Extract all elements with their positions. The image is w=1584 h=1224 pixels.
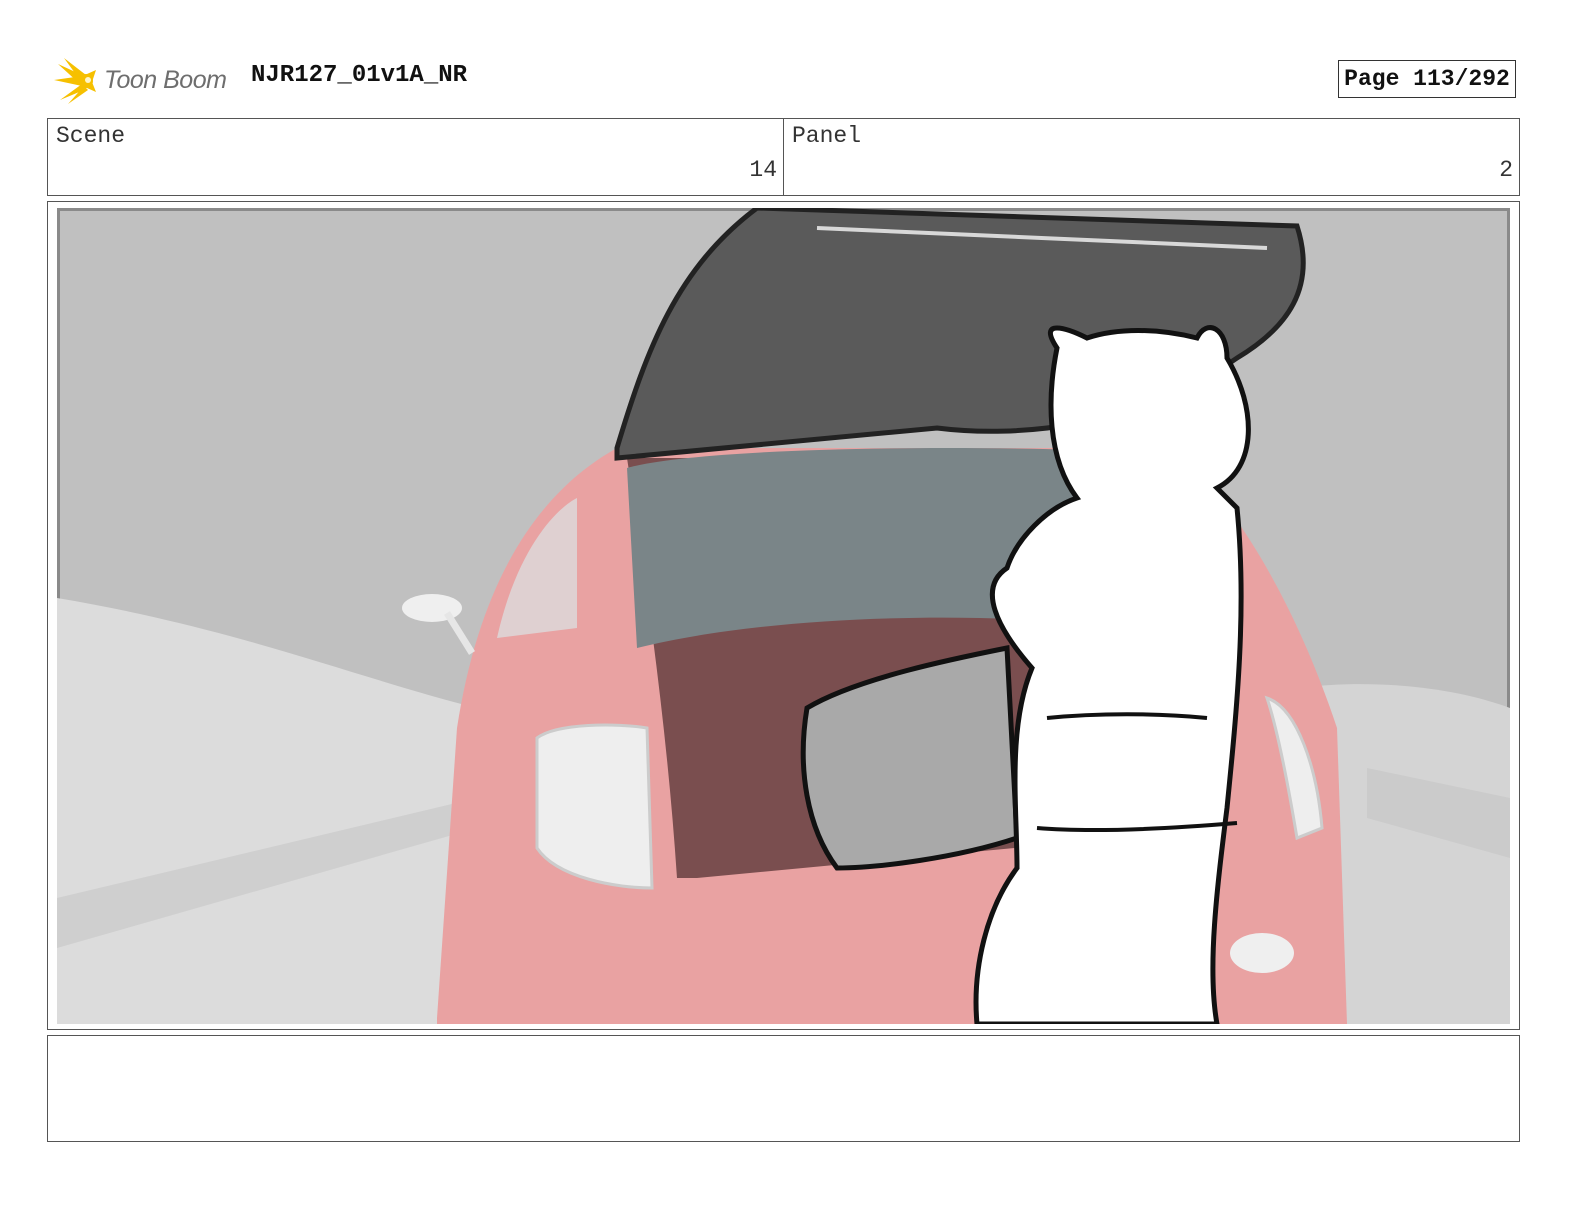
project-title: NJR127_01v1A_NR xyxy=(251,62,468,89)
scene-panel-row: Scene 14 Panel 2 xyxy=(47,118,1520,196)
page-number: Page 113/292 xyxy=(1338,60,1516,98)
panel-cell: Panel 2 xyxy=(783,119,1519,195)
toon-boom-logo: Toon Boom xyxy=(52,56,242,106)
panel-illustration xyxy=(57,208,1510,1024)
storyboard-panel-frame xyxy=(47,201,1520,1030)
panel-drawing xyxy=(57,208,1510,1024)
panel-number: 2 xyxy=(1499,157,1513,183)
scene-label: Scene xyxy=(56,123,126,149)
panel-label: Panel xyxy=(792,123,862,149)
left-tail-light xyxy=(535,723,654,890)
panel-caption-box xyxy=(47,1035,1520,1142)
scene-cell: Scene 14 xyxy=(48,119,783,195)
starburst-icon xyxy=(54,58,96,104)
logo-text: Toon Boom xyxy=(104,66,227,94)
scene-number: 14 xyxy=(749,157,777,183)
page-header: Toon Boom NJR127_01v1A_NR Page 113/292 xyxy=(48,54,1520,104)
right-reflector xyxy=(1230,933,1294,973)
